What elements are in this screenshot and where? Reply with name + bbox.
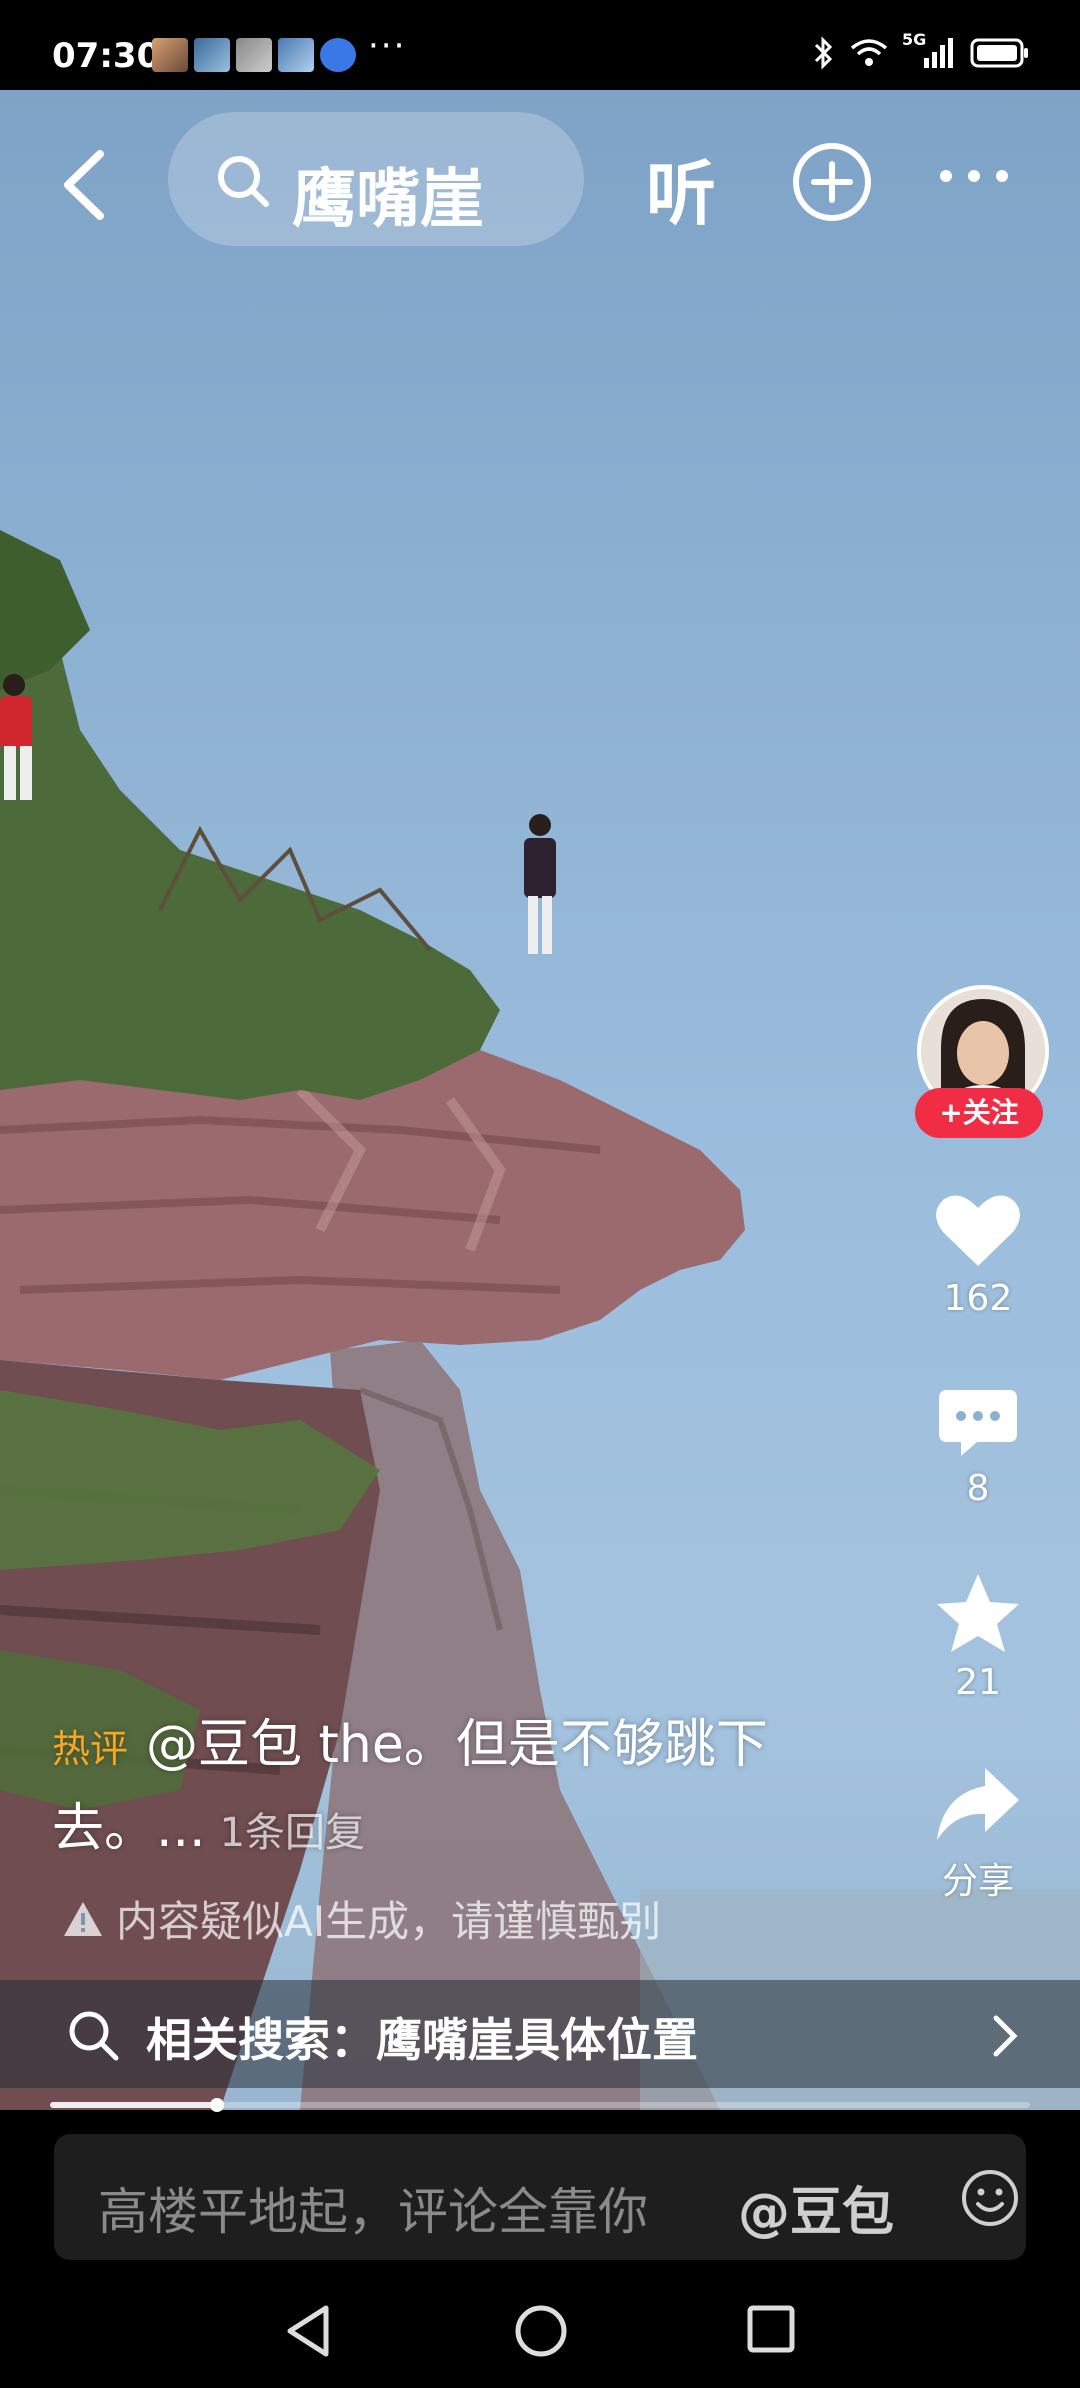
heart-icon	[936, 1195, 1020, 1266]
hot-comment-text: @豆包 the。但是不够跳下去。...	[52, 1715, 768, 1859]
search-query: 鹰嘴崖	[292, 163, 484, 237]
comment-placeholder: 高楼平地起，评论全靠你	[98, 2183, 648, 2241]
notification-thumb-icon	[194, 38, 230, 72]
warning-icon	[64, 1901, 102, 1936]
person-figure	[524, 814, 556, 954]
comment-button[interactable]: 8	[908, 1388, 1048, 1509]
more-options-button[interactable]	[940, 170, 1008, 182]
status-bar: 07:30 ··· 5G	[0, 0, 1080, 90]
share-arrow-icon	[937, 1768, 1019, 1840]
comment-count: 8	[966, 1468, 990, 1509]
hot-comment[interactable]: 热评 @豆包 the。但是不够跳下去。... 1条回复	[52, 1705, 812, 1873]
progress-fill	[50, 2102, 217, 2108]
comment-input[interactable]: 高楼平地起，评论全靠你 @豆包	[54, 2134, 1026, 2260]
system-nav-bar	[0, 2270, 1080, 2388]
ai-notice-text: 内容疑似AI生成，请谨慎甄别	[116, 1897, 662, 1946]
hot-comment-tag: 热评	[52, 1727, 129, 1771]
search-box[interactable]: 鹰嘴崖	[168, 112, 584, 246]
wifi-icon	[850, 39, 888, 66]
emoji-icon[interactable]	[960, 2168, 1020, 2228]
add-circle-button[interactable]	[790, 140, 874, 224]
share-button[interactable]: 分享	[908, 1764, 1048, 1904]
related-search-text: 相关搜索：鹰嘴崖具体位置	[146, 2013, 698, 2067]
app-notification-icon	[320, 38, 356, 72]
search-icon	[218, 156, 269, 207]
star-icon	[937, 1574, 1019, 1652]
ai-content-notice: 内容疑似AI生成，请谨慎甄别	[62, 1888, 661, 1949]
share-label: 分享	[941, 1861, 1014, 1902]
like-button[interactable]: 162	[908, 1192, 1048, 1319]
notification-thumb-icon	[152, 38, 188, 72]
related-search-bar[interactable]: 相关搜索：鹰嘴崖具体位置	[0, 1980, 1080, 2088]
nav-home-icon[interactable]	[514, 2304, 568, 2358]
progress-handle[interactable]	[209, 2098, 224, 2112]
chevron-right-icon	[993, 2015, 1018, 2057]
mention-button[interactable]: @豆包	[738, 2170, 894, 2245]
listen-button[interactable]: 听	[646, 138, 716, 239]
video-progress-bar[interactable]	[50, 2098, 1030, 2112]
notification-thumb-icon	[236, 38, 272, 72]
nav-recents-icon[interactable]	[746, 2304, 796, 2354]
top-bar: 鹰嘴崖 听	[0, 90, 1080, 270]
more-notifications-icon: ···	[368, 26, 407, 66]
status-icons: 5G	[812, 30, 1030, 70]
comment-bubble-icon	[939, 1390, 1017, 1456]
cell-signal-icon: 5G	[902, 30, 956, 70]
status-time: 07:30	[52, 36, 161, 76]
nav-back-icon[interactable]	[284, 2304, 334, 2358]
notification-icons	[152, 38, 356, 72]
search-icon	[69, 2011, 119, 2061]
like-count: 162	[943, 1278, 1013, 1319]
favorite-button[interactable]: 21	[908, 1572, 1048, 1703]
back-button[interactable]	[50, 140, 120, 230]
reply-count[interactable]: 1条回复	[220, 1810, 365, 1856]
favorite-count: 21	[955, 1662, 1001, 1703]
notification-thumb-icon	[278, 38, 314, 72]
bluetooth-icon	[814, 36, 833, 70]
chevron-left-icon	[64, 150, 104, 220]
battery-icon	[970, 38, 1028, 68]
follow-button[interactable]: +关注	[915, 1088, 1043, 1138]
